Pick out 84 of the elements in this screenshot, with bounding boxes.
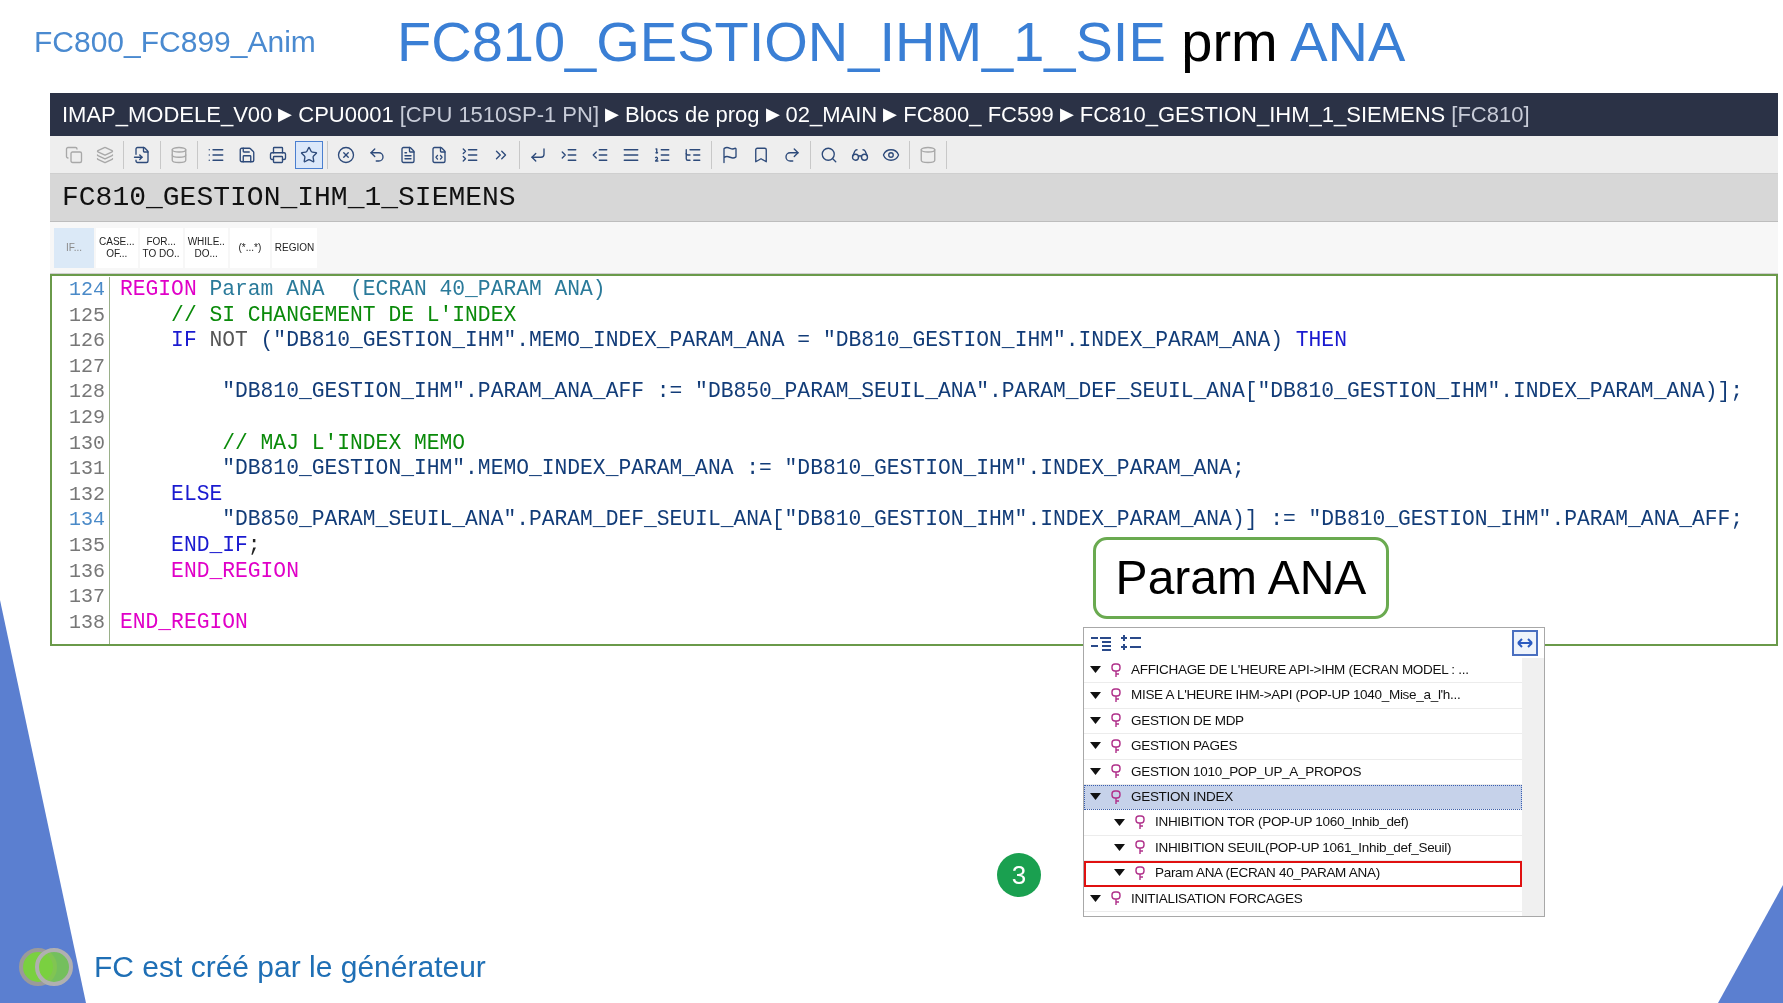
horizontal-arrows-icon [1517,637,1533,649]
line-number: 135 [69,532,105,559]
code-line: // MAJ L'INDEX MEMO [221,430,466,455]
code-line: END_IF; [170,532,261,557]
line-number: 127 [69,353,105,380]
collapse-all-icon[interactable] [1120,634,1142,652]
expanded-caret-icon[interactable] [1090,716,1101,725]
expand-all-icon[interactable] [1090,634,1112,652]
line-number: 132 [69,481,105,508]
region-tree-item[interactable]: GESTION INDEX [1084,784,1522,811]
region-icon [1111,738,1121,754]
line-number: 134 [69,507,105,533]
section-label: FC800_FC899_Anim [34,24,317,60]
expanded-caret-icon[interactable] [1114,843,1125,852]
region-icon [1111,789,1121,805]
expanded-caret-icon[interactable] [1090,894,1101,903]
region-tree-item[interactable]: GESTION PAGES [1084,734,1522,760]
snippet-button[interactable]: (*...*) [229,227,270,268]
footer-note: FC est créé par le générateur [94,949,486,985]
region-icon [1111,764,1121,780]
region-icon [1135,865,1145,881]
line-number: 138 [69,609,105,636]
snippet-button[interactable]: WHILE.. DO... [184,227,228,268]
step-badge: 3 [997,853,1041,897]
expanded-caret-icon[interactable] [1114,869,1125,878]
callout: Param ANA [1093,537,1389,619]
expanded-caret-icon[interactable] [1090,666,1101,675]
breadcrumb-item[interactable]: FC810_GESTION_IHM_1_SIEMENS [1079,98,1446,131]
region-icon [1111,891,1121,907]
region-tree-item[interactable]: MISE A L'HEURE IHM->API (POP-UP 1040_Mise_a_l'h... [1084,683,1522,709]
code-line: REGION Param ANA (ECRAN 40_PARAM ANA) [120,277,606,301]
code-line: IF NOT ("DB810_GESTION_IHM".MEMO_INDEX_PARAM_ANA = "DB810_GESTION_IHM".INDEX_PARAM_ANA) THEN [170,328,1347,353]
region-tree-item[interactable]: AFFICHAGE DE L'HEURE API->IHM (ECRAN MODEL : ... [1084,658,1522,684]
region-icon [1111,688,1121,704]
breadcrumb-item[interactable]: CPU0001 [298,98,394,131]
code-line: "DB810_GESTION_IHM".MEMO_INDEX_PARAM_ANA := "DB810_GESTION_IHM".INDEX_PARAM_ANA; [221,456,1245,481]
fit-width-button[interactable] [1512,630,1538,656]
expanded-caret-icon[interactable] [1090,767,1101,776]
expanded-caret-icon[interactable] [1090,793,1101,802]
line-number: 129 [69,404,105,431]
region-icon [1135,815,1145,831]
line-number: 124 [69,277,105,303]
region-tree-item[interactable]: INHIBITION TOR (POP-UP 1060_Inhib_def) [1084,810,1522,836]
code-line: END_REGION [120,609,248,634]
region-tree-item[interactable]: GESTION 1010_POP_UP_A_PROPOS [1084,759,1522,785]
expanded-caret-icon[interactable] [1114,818,1125,827]
line-number: 137 [69,584,105,610]
code-line: END_REGION [170,558,299,583]
breadcrumb-detail: [FC810] [1451,101,1530,129]
slide-title: FC810_GESTION_IHM_1_SIE prm ANA [397,9,1406,75]
block-title: FC810_GESTION_IHM_1_SIEMENS [50,174,1778,222]
line-number: 131 [69,456,105,482]
breadcrumb-item[interactable]: IMAP_MODELE_V00 [62,98,273,131]
line-number: 136 [69,558,105,585]
line-number: 125 [69,302,105,329]
code-line: "DB850_PARAM_SEUIL_ANA".PARAM_DEF_SEUIL_ANA["DB810_GESTION_IHM".INDEX_PARAM_ANA)] := "DB810_GESTION_IHM".PARAM_ANA_AFF; [221,507,1744,532]
code-line: // SI CHANGEMENT DE L'INDEX [170,302,517,327]
breadcrumb-separator: ▶ [605,103,619,126]
line-number: 126 [69,328,105,354]
snippet-button[interactable]: FOR... TO DO.. [139,227,183,268]
breadcrumb-item[interactable]: FC800_ FC599 [903,98,1054,131]
breadcrumb-separator: ▶ [765,103,780,126]
breadcrumb-detail: [CPU 1510SP-1 PN] [399,101,599,129]
breadcrumb-separator: ▶ [1059,103,1074,126]
code-line: "DB810_GESTION_IHM".PARAM_ANA_AFF := "DB850_PARAM_SEUIL_ANA".PARAM_DEF_SEUIL_ANA["DB810_GESTION_IHM".INDEX_PARAM_ANA)]; [221,379,1744,404]
expanded-caret-icon[interactable] [1090,742,1101,751]
line-number: 130 [69,430,105,457]
region-tree-item[interactable]: INITIALISATION FORCAGES [1084,886,1522,912]
breadcrumb-item[interactable]: Blocs de prog [625,98,760,131]
code-editor[interactable] [50,274,1778,646]
region-icon [1135,840,1145,856]
breadcrumb-separator: ▶ [883,103,898,126]
code-line: ELSE [170,481,223,506]
region-tree-item[interactable]: INHIBITION SEUIL(POP-UP 1061_Inhib_def_Seuil) [1084,835,1522,862]
snippet-button[interactable]: CASE... OF... [96,227,138,268]
region-tree-item[interactable]: Param ANA (ECRAN 40_PARAM ANA) [1084,861,1522,887]
breadcrumb-separator: ▶ [278,103,293,126]
region-tree-item[interactable]: GESTION DE MDP [1084,708,1522,735]
line-number: 128 [69,379,105,405]
region-icon [1111,713,1121,729]
breadcrumb-item[interactable]: 02_MAIN [785,98,878,131]
snippet-button[interactable]: REGION [271,227,318,268]
expanded-caret-icon[interactable] [1090,691,1101,700]
region-icon [1111,662,1121,678]
